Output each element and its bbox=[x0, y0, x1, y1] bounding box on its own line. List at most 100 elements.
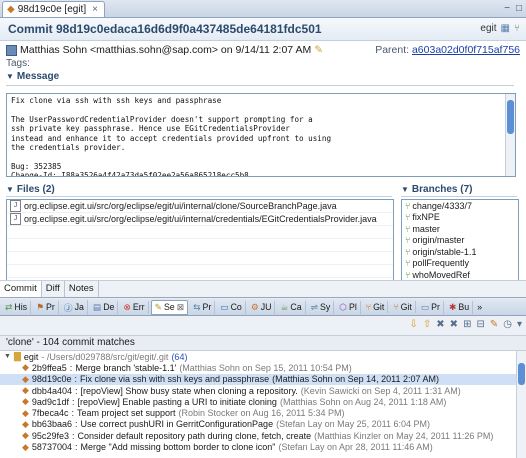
commit-message-text[interactable]: Fix clone via ssh with ssh keys and pass… bbox=[6, 93, 516, 177]
branch-item[interactable]: ⑂ whoMovedRef bbox=[402, 269, 518, 280]
view-tab-ju[interactable]: ⚙ JU bbox=[248, 300, 276, 314]
tab-diff[interactable]: Diff bbox=[42, 281, 65, 297]
chevron-down-icon[interactable]: ▼ bbox=[6, 72, 14, 81]
commit-match-row[interactable]: ◆ 95c29fe3: Consider default repository pa… bbox=[0, 430, 526, 441]
view-tab-label: Pr bbox=[202, 302, 212, 312]
message-line: instead and enhance it to accept credent… bbox=[11, 133, 332, 143]
commit-match-row[interactable]: ◆ 9ad9c1df: [repoView] Enable pasting a UR… bbox=[0, 396, 526, 407]
branch-icon: ⑂ bbox=[405, 200, 411, 211]
branch-icon[interactable]: ⑂ bbox=[514, 23, 520, 34]
view-tab-icon: ⑂ bbox=[365, 302, 372, 312]
tags-label: Tags: bbox=[6, 58, 30, 69]
folder-icon: ▇ bbox=[13, 351, 21, 362]
view-tab-icon: ⚙ bbox=[250, 301, 259, 312]
commit-match-row[interactable]: ◆ 98d19c0e: Fix clone via ssh with ssh key… bbox=[0, 373, 526, 385]
overflow-icon[interactable]: » bbox=[477, 302, 482, 312]
commit-message: Use correct pushURI in GerritConfigurati… bbox=[80, 419, 274, 430]
view-tab-icon: ⇄ bbox=[5, 301, 13, 312]
tree-root[interactable]: ▼ ▇ egit - /Users/d029788/src/git/egit/.… bbox=[0, 351, 526, 362]
branch-item[interactable]: ⑂ master bbox=[402, 223, 518, 235]
commit-match-row[interactable]: ◆ bb63baa6: Use correct pushURI in GerritC… bbox=[0, 419, 526, 430]
chevron-down-icon[interactable]: ▼ bbox=[4, 353, 11, 360]
view-tab-de[interactable]: ▤ De bbox=[90, 300, 119, 314]
view-tab-sy[interactable]: ⇌ Sy bbox=[308, 300, 335, 314]
view-tab-bu[interactable]: ✱ Bu bbox=[446, 300, 474, 314]
search-results-tree[interactable]: ▼ ▇ egit - /Users/d029788/src/git/egit/.… bbox=[0, 350, 526, 458]
minimize-icon[interactable]: − bbox=[504, 3, 510, 14]
maximize-icon[interactable]: □ bbox=[516, 3, 522, 14]
java-file-icon: J bbox=[10, 213, 21, 225]
arrow-down-icon[interactable]: ⇩ bbox=[410, 319, 418, 330]
branch-item[interactable]: ⑂ origin/stable-1.1 bbox=[402, 246, 518, 258]
view-tab-icon: Ⓙ bbox=[63, 302, 73, 313]
pin-icon[interactable]: ✎ bbox=[490, 319, 498, 330]
view-tab-pl[interactable]: ⬡ Pl bbox=[336, 300, 361, 314]
view-tab-icon: ▭ bbox=[420, 301, 430, 312]
message-line: Fix clone via ssh with ssh keys and pass… bbox=[11, 96, 222, 105]
file-row[interactable]: Jorg.eclipse.egit.ui/src/org/eclipse/egi… bbox=[7, 200, 393, 213]
chevron-down-icon[interactable]: ▼ bbox=[6, 185, 14, 194]
view-tab-git[interactable]: ⑂ Git bbox=[363, 301, 389, 313]
parent-commit: Parent: a603a02d0f0f715af756 bbox=[375, 44, 520, 56]
view-tab-pr[interactable]: ⇆ Pr bbox=[190, 300, 216, 314]
file-path: org.eclipse.egit.ui/src/org/eclipse/egit… bbox=[24, 201, 337, 211]
branches-list[interactable]: ⑂ change/4333/7 ⑂ fixNPE ⑂ master ⑂ origin/mast… bbox=[401, 199, 519, 281]
chevron-down-icon[interactable]: ▼ bbox=[401, 185, 409, 194]
scrollbar-thumb[interactable] bbox=[507, 100, 514, 134]
files-list[interactable]: Jorg.eclipse.egit.ui/src/org/eclipse/egi… bbox=[6, 199, 394, 281]
parent-label: Parent: bbox=[375, 44, 410, 56]
view-tab-pr[interactable]: ▭ Pr bbox=[418, 300, 444, 314]
close-icon[interactable]: ⊠ bbox=[177, 302, 184, 313]
view-tab-co[interactable]: ▭ Co bbox=[217, 300, 246, 314]
collapse-all-icon[interactable]: ⊟ bbox=[476, 319, 484, 330]
arrow-up-icon[interactable]: ⇧ bbox=[423, 319, 431, 330]
view-tab-ca[interactable]: ☕ Ca bbox=[277, 300, 306, 314]
scrollbar-thumb[interactable] bbox=[518, 363, 525, 385]
commit-message: [repoView] Enable pasting a URI to initi… bbox=[77, 396, 277, 407]
view-tab-icon: ⚑ bbox=[36, 301, 44, 312]
view-tab-ja[interactable]: Ⓙ Ja bbox=[61, 299, 88, 315]
tab-notes[interactable]: Notes bbox=[65, 281, 99, 297]
parent-hash-link[interactable]: a603a02d0f0f715af756 bbox=[412, 44, 520, 56]
view-tab-his[interactable]: ⇄ His bbox=[2, 300, 32, 314]
commit-icon: ◆ bbox=[22, 441, 29, 452]
remove-icon[interactable]: ✖ bbox=[436, 319, 444, 330]
view-tab-err[interactable]: ⊗ Err bbox=[120, 300, 149, 314]
view-tab-pr[interactable]: ⚑ Pr bbox=[33, 300, 59, 314]
commit-separator: : bbox=[71, 396, 75, 407]
expand-all-icon[interactable]: ⊞ bbox=[463, 319, 471, 330]
branches-section-header[interactable]: ▼ Branches (7) bbox=[401, 184, 473, 195]
branch-item[interactable]: ⑂ change/4333/7 bbox=[402, 200, 518, 212]
tree-scrollbar[interactable] bbox=[516, 351, 526, 458]
message-line bbox=[11, 152, 515, 161]
view-tab-label: Sy bbox=[319, 302, 331, 312]
message-scrollbar[interactable] bbox=[505, 94, 515, 176]
branch-item[interactable]: ⑂ fixNPE bbox=[402, 212, 518, 224]
files-section-header[interactable]: ▼ Files (2) bbox=[6, 184, 55, 195]
editor-tab[interactable]: ◆ 98d19c0e [egit] × bbox=[2, 1, 105, 17]
branch-item[interactable]: ⑂ pollFrequently bbox=[402, 258, 518, 270]
commit-match-row[interactable]: ◆ 58737004: Merge "Add missing bottom bord… bbox=[0, 441, 526, 453]
close-icon[interactable]: × bbox=[92, 4, 98, 15]
tab-commit[interactable]: Commit bbox=[0, 281, 42, 297]
commit-match-row[interactable]: ◆ 7fbeca4c: Team project set support (Robin… bbox=[0, 407, 526, 419]
message-line: The UserPasswordCredentialProvider doesn… bbox=[11, 114, 313, 124]
view-menu-icon[interactable]: ▾ bbox=[517, 319, 522, 330]
message-line bbox=[11, 105, 515, 114]
commit-match-row[interactable]: ◆ 2b9ffea5: Merge branch 'stable-1.1' (Matt… bbox=[0, 362, 526, 373]
view-tab-git[interactable]: ⑂ Git bbox=[390, 301, 416, 313]
history-icon[interactable]: ◷ bbox=[503, 319, 512, 330]
commit-title: Commit 98d19c0edaca16d6d9f0a437485de6418… bbox=[8, 22, 322, 36]
view-tab-se[interactable]: ✎ Se ⊠ bbox=[150, 299, 189, 315]
remove-all-icon[interactable]: ✖ bbox=[450, 319, 458, 330]
message-section-header[interactable]: ▼ Message bbox=[6, 71, 59, 82]
branch-name: master bbox=[412, 223, 440, 234]
commit-match-row[interactable]: ◆ dbb4a404: [repoView] Show busy state whe… bbox=[0, 385, 526, 396]
file-row[interactable]: Jorg.eclipse.egit.ui/src/org/eclipse/egi… bbox=[7, 213, 393, 226]
commit-message-body: Fix clone via ssh with ssh keys and pass… bbox=[11, 96, 515, 176]
root-name: egit bbox=[23, 351, 39, 362]
empty-row bbox=[7, 226, 393, 239]
branch-item[interactable]: ⑂ origin/master bbox=[402, 235, 518, 247]
repository-icon[interactable]: ▦ bbox=[501, 23, 510, 34]
toolbar-icons: ⇩ ⇧ ✖ ✖ ⊞ ⊟ ✎ ◷ ▾ bbox=[410, 319, 523, 330]
